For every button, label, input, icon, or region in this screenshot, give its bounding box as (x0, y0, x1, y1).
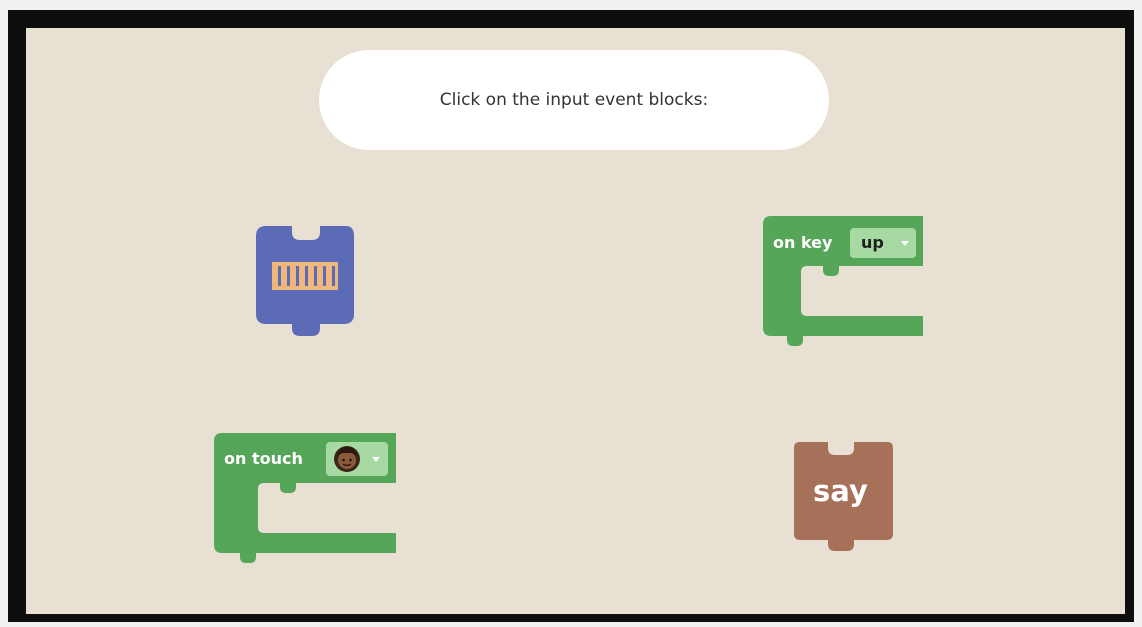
say-label: say (813, 474, 868, 508)
on-key-block[interactable]: on key up (763, 216, 925, 346)
instruction-text: Click on the input event blocks: (439, 90, 709, 110)
chevron-down-icon (372, 457, 380, 462)
key-dropdown[interactable]: up (850, 228, 916, 258)
on-key-label: on key (773, 233, 833, 252)
key-dropdown-value: up (861, 233, 884, 252)
touch-target-dropdown[interactable] (326, 442, 388, 476)
say-block[interactable]: say (794, 442, 894, 552)
on-touch-block[interactable]: on touch (214, 433, 398, 563)
chevron-down-icon (901, 241, 909, 246)
instruction-banner: Click on the input event blocks: (319, 50, 829, 150)
character-face-icon (334, 446, 360, 472)
grid-bars-icon (272, 262, 338, 290)
on-touch-label: on touch (224, 449, 303, 468)
start-block[interactable] (256, 226, 356, 338)
